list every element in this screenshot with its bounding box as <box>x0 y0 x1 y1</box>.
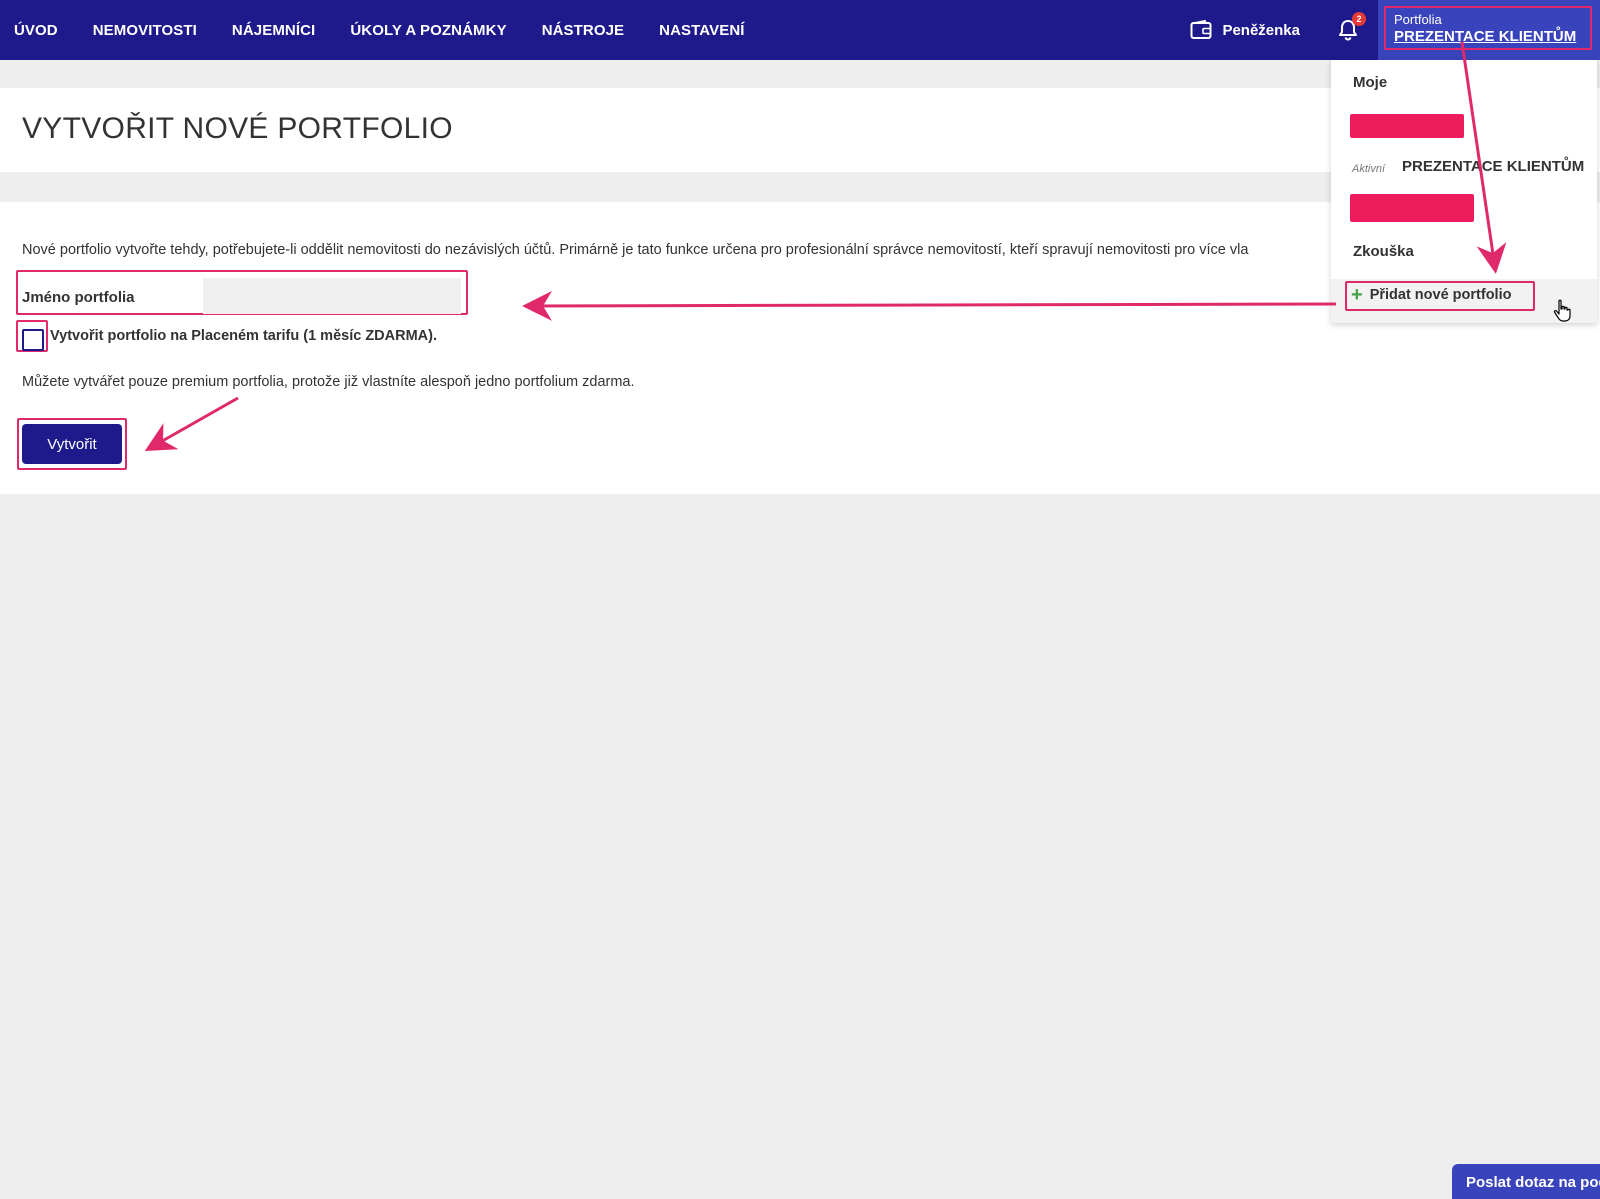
redacted-portfolio-2[interactable] <box>1350 194 1474 222</box>
notifications-button[interactable]: 2 <box>1336 12 1366 42</box>
hand-cursor-icon <box>1553 299 1571 322</box>
nav-najemnici[interactable]: NÁJEMNÍCI <box>232 22 315 39</box>
dropdown-item-active[interactable]: PREZENTACE KLIENTŮM <box>1402 158 1584 175</box>
paid-tariff-label[interactable]: Vytvořit portfolio na Placeném tarifu (1… <box>50 328 437 344</box>
nav-right: Peněženka 2 Portfolia PREZENTACE KLIENTŮ… <box>1190 0 1600 60</box>
portfolio-dropdown: Moje Aktivní PREZENTACE KLIENTŮM Zkouška… <box>1331 60 1597 323</box>
premium-note: Můžete vytvářet pouze premium portfolia,… <box>22 374 635 390</box>
wallet-icon <box>1190 20 1212 39</box>
wallet-label: Peněženka <box>1222 21 1300 39</box>
add-portfolio-link[interactable]: + Přidat nové portfolio <box>1351 285 1511 305</box>
form-description: Nové portfolio vytvořte tehdy, potřebuje… <box>22 242 1249 258</box>
highlight-box-portfolio <box>1384 6 1592 50</box>
add-portfolio-row: + Přidat nové portfolio <box>1331 279 1597 323</box>
dropdown-item-zkouska[interactable]: Zkouška <box>1353 243 1414 260</box>
nav-nastroje[interactable]: NÁSTROJE <box>542 22 624 39</box>
nav-nemovitosti[interactable]: NEMOVITOSTI <box>93 22 197 39</box>
page-title: VYTVOŘIT NOVÉ PORTFOLIO <box>22 112 453 145</box>
wallet-link[interactable]: Peněženka <box>1190 20 1300 40</box>
nav-uvod[interactable]: ÚVOD <box>14 22 58 39</box>
nav-nastaveni[interactable]: NASTAVENÍ <box>659 22 744 39</box>
paid-tariff-checkbox[interactable] <box>22 329 44 351</box>
portfolio-name-label: Jméno portfolia <box>22 289 135 306</box>
plus-icon: + <box>1351 284 1363 306</box>
add-portfolio-label: Přidat nové portfolio <box>1369 287 1512 303</box>
create-button[interactable]: Vytvořit <box>22 424 122 464</box>
nav-ukoly[interactable]: ÚKOLY A POZNÁMKY <box>350 22 506 39</box>
support-button[interactable]: Poslat dotaz na podporu <box>1452 1164 1600 1199</box>
dropdown-section-title: Moje <box>1353 74 1388 91</box>
redacted-portfolio-1[interactable] <box>1350 114 1464 138</box>
top-navbar: ÚVOD NEMOVITOSTI NÁJEMNÍCI ÚKOLY A POZNÁ… <box>0 0 1600 60</box>
portfolio-switcher[interactable]: Portfolia PREZENTACE KLIENTŮM <box>1378 0 1600 60</box>
active-tag: Aktivní <box>1352 163 1386 175</box>
portfolio-name-input[interactable] <box>203 278 461 314</box>
main-nav: ÚVOD NEMOVITOSTI NÁJEMNÍCI ÚKOLY A POZNÁ… <box>0 0 780 60</box>
notification-badge: 2 <box>1352 12 1366 26</box>
